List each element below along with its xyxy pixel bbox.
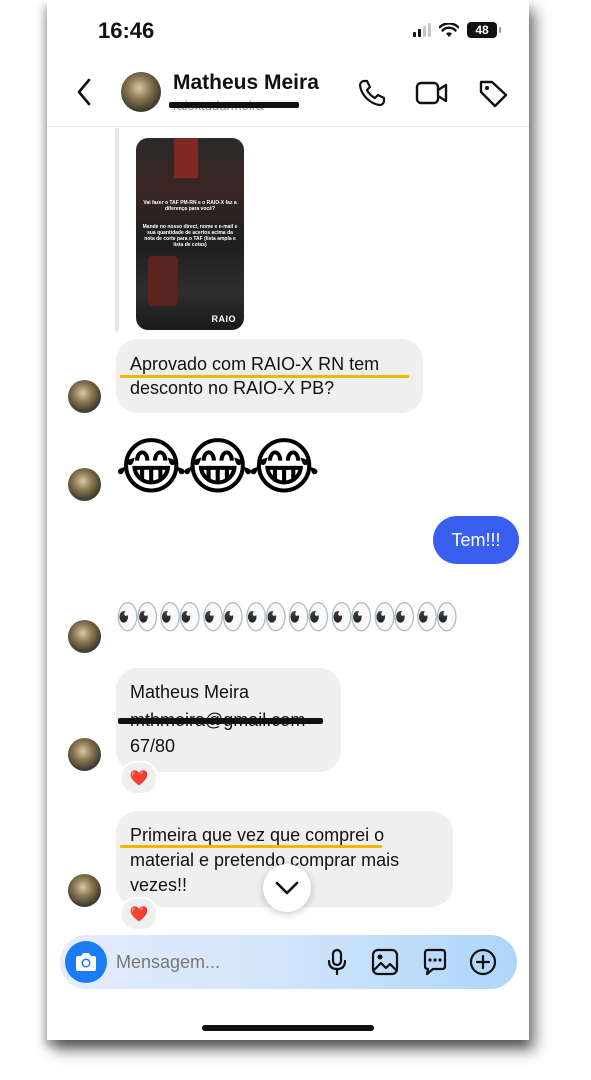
- sticker-icon[interactable]: [421, 948, 449, 976]
- emoji-message[interactable]: 👀👀👀👀👀👀👀👀: [115, 586, 460, 648]
- phone-icon[interactable]: [357, 78, 387, 108]
- message-bubble[interactable]: Aprovado com RAIO-X RN tem desconto no R…: [116, 339, 423, 413]
- gallery-icon[interactable]: [371, 948, 399, 976]
- story-brand: RAIO: [211, 314, 236, 324]
- chevron-down-icon: [275, 881, 299, 895]
- back-icon[interactable]: [75, 76, 93, 108]
- message-text: Aprovado com RAIO-X RN tem: [130, 354, 380, 374]
- chat-header: Matheus Meira raioxtudarmeira: [47, 60, 529, 127]
- username-redaction: [169, 102, 299, 108]
- outgoing-message-bubble[interactable]: Tem!!!: [433, 516, 519, 564]
- message-text: vezes!!: [130, 875, 188, 895]
- video-icon[interactable]: [415, 78, 449, 108]
- email-redaction: [118, 718, 323, 724]
- message-text: desconto no RAIO-X PB?: [130, 378, 335, 398]
- camera-icon: [76, 953, 96, 971]
- home-indicator: [202, 1025, 374, 1031]
- message-text: Primeira que vez que comprei o: [130, 825, 385, 845]
- reply-indicator-line: [115, 128, 119, 332]
- story-text-2: Mande no nosso direct, nome e e-mail e s…: [142, 224, 238, 248]
- sender-avatar[interactable]: [68, 874, 101, 907]
- scroll-down-button[interactable]: [263, 864, 311, 912]
- story-text-1: Vai fazer o TAF PM-RN e o RAIO-X faz a d…: [143, 200, 237, 212]
- heart-reaction[interactable]: ❤️: [120, 761, 158, 795]
- wifi-icon: [439, 22, 459, 37]
- message-text: Tem!!!: [451, 529, 501, 550]
- status-icons: 48: [413, 22, 501, 38]
- phone-screen: 16:46 48 Matheus Meira raioxtudarmeira: [47, 0, 529, 1040]
- heart-icon: ❤️: [129, 770, 149, 787]
- contact-name[interactable]: Matheus Meira: [173, 71, 319, 95]
- message-text: material e pretendo comprar mais: [130, 850, 400, 870]
- plus-icon[interactable]: [469, 948, 497, 976]
- sender-avatar[interactable]: [68, 468, 101, 501]
- microphone-icon[interactable]: [326, 948, 348, 976]
- message-composer: Mensagem...: [60, 935, 517, 989]
- tag-icon[interactable]: [477, 78, 509, 108]
- camera-button[interactable]: [65, 941, 107, 983]
- highlight-underline: [120, 375, 409, 378]
- emoji-message[interactable]: 😂😂😂: [115, 432, 320, 504]
- heart-reaction[interactable]: ❤️: [120, 897, 158, 931]
- status-time: 16:46: [98, 18, 155, 43]
- contact-avatar[interactable]: [121, 72, 161, 112]
- message-text: 67/80: [130, 736, 176, 756]
- sender-avatar[interactable]: [68, 738, 101, 771]
- message-input[interactable]: Mensagem...: [116, 952, 220, 973]
- battery-indicator: 48: [467, 22, 501, 38]
- highlight-underline: [120, 845, 382, 848]
- message-text: Matheus Meira: [130, 682, 250, 702]
- sender-avatar[interactable]: [68, 620, 101, 653]
- message-bubble[interactable]: Matheus Meira mthmeira@gmail.com 67/80: [116, 668, 341, 772]
- story-reply-thumbnail[interactable]: Vai fazer o TAF PM-RN e o RAIO-X faz a d…: [136, 138, 244, 330]
- cellular-signal-icon: [413, 23, 431, 37]
- heart-icon: ❤️: [129, 906, 149, 923]
- sender-avatar[interactable]: [68, 380, 101, 413]
